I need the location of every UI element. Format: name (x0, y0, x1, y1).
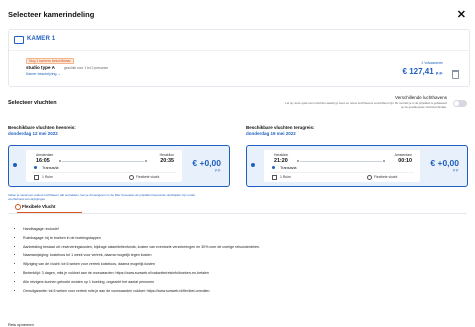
flights-note: Indien je vanaf een andere luchthaven wi… (8, 193, 196, 201)
outbound-date: donderdag 12 mei 2022 (8, 131, 58, 136)
tabs-divider (8, 213, 467, 214)
arrival-time: 00:10 (398, 158, 412, 164)
room-title: KAMER 1 (27, 36, 56, 42)
route-line (62, 161, 144, 162)
trash-icon[interactable] (452, 70, 459, 79)
airline-name: Transavia (280, 166, 297, 170)
luggage-label: 1 Ruim (42, 175, 53, 179)
room-price-unit: p.p. (435, 70, 443, 75)
route-end-dot (145, 160, 147, 162)
airline-name: Transavia (42, 166, 59, 170)
outbound-flight-details: Amsterdam 16:05 Heraklion 20:35 Transavi… (26, 150, 182, 182)
room-card: KAMER 1 Nog 1 kamers beschikbaar studio … (8, 29, 470, 87)
flights-section-title: Selecteer vluchten (8, 100, 57, 106)
flight-conditions-list: Handbagage: inclusief Ruimbagage: bij te… (16, 225, 463, 295)
flexible-label: Flexibele vlucht (374, 175, 398, 179)
list-item: Wijziging van de vlucht: tot 6 weken voo… (23, 260, 463, 269)
route-end-dot (383, 160, 385, 162)
radio-selected-icon[interactable] (251, 163, 255, 167)
bed-icon (14, 36, 24, 44)
divider (32, 172, 176, 173)
room-price: € 127,41 p.p. (403, 67, 443, 76)
list-item: Bedenktijd: 3 dagen, mits je voldoet aan… (23, 269, 463, 278)
modal-title: Selecteer kamerindeling (8, 10, 95, 19)
radio-selected-icon[interactable] (13, 163, 17, 167)
room-capacity: geschikt voor 1 tot 2 personen (64, 66, 109, 70)
return-flight-card[interactable]: Heraklion 21:20 Amsterdam 00:10 Transavi… (246, 145, 468, 187)
return-price-unit: p.p. (453, 168, 459, 172)
luggage-icon (272, 175, 277, 180)
room-name: studio type A (26, 65, 55, 70)
room-persons: 2 Volwassenen (421, 61, 443, 65)
return-date: donderdag 19 mei 2022 (246, 131, 296, 136)
tab-radio-icon (15, 204, 21, 210)
arrival-city: Heraklion (159, 153, 174, 157)
list-item: Handbagage: inclusief (23, 225, 463, 234)
luggage-icon (34, 175, 39, 180)
route-start-dot (59, 160, 61, 162)
different-airports-label: Verschillende luchthavens (394, 95, 447, 100)
outbound-price: € +0,00 (192, 158, 221, 168)
tab-flexible-flight[interactable]: Flexibele Vlucht (22, 204, 55, 209)
list-item: Alle reizigers kunnen geboekt worden op … (23, 278, 463, 287)
departure-time: 16:05 (36, 158, 50, 164)
outbound-flight-card[interactable]: Amsterdam 16:05 Heraklion 20:35 Transavi… (8, 145, 230, 187)
departure-time: 21:20 (274, 158, 288, 164)
availability-badge: Nog 1 kamers beschikbaar (26, 58, 74, 64)
list-item: Ruimbagage: bij te boeken in de boekings… (23, 234, 463, 243)
list-item: Naamswijziging: kosteloos tot 1 week voo… (23, 251, 463, 260)
list-item: Omruilgarantie: tot 6 weken voor vertrek… (23, 287, 463, 296)
room-description-link[interactable]: Kamer beschrijving ⌄ (26, 72, 61, 76)
different-airports-toggle[interactable] (453, 100, 467, 107)
room-price-value: € 127,41 (402, 67, 434, 76)
departure-city: Heraklion (274, 153, 289, 157)
airline-icon (34, 166, 37, 169)
luggage-label: 1 Ruim (280, 175, 291, 179)
different-airports-note: Let op: deze optie toont vluchten waarbi… (285, 101, 447, 109)
footer-title: Reis opnemen (8, 322, 34, 327)
close-icon[interactable]: ✕ (457, 8, 466, 21)
departure-city: Amsterdam (36, 153, 54, 157)
room-description-label: Kamer beschrijving (26, 72, 57, 76)
outbound-heading: Beschikbare vluchten heenreis: (8, 125, 76, 130)
airline-icon (272, 166, 275, 169)
arrival-city: Amsterdam (394, 153, 412, 157)
divider (270, 172, 414, 173)
flexible-icon (129, 175, 134, 180)
room-selection-modal: ✕ Selecteer kamerindeling KAMER 1 Nog 1 … (0, 0, 475, 327)
room-card-header: KAMER 1 (9, 30, 469, 51)
route-line (300, 161, 382, 162)
return-flight-details: Heraklion 21:20 Amsterdam 00:10 Transavi… (264, 150, 420, 182)
outbound-price-unit: p.p. (215, 168, 221, 172)
return-price: € +0,00 (430, 158, 459, 168)
list-item: Aanbetaling bestaat uit: reserveringskos… (23, 243, 463, 252)
flexible-icon (367, 175, 372, 180)
arrival-time: 20:35 (160, 158, 174, 164)
flexible-label: Flexibele vlucht (136, 175, 160, 179)
return-heading: Beschikbare vluchten terugreis: (246, 125, 315, 130)
route-start-dot (297, 160, 299, 162)
chevron-down-icon: ⌄ (57, 72, 61, 76)
